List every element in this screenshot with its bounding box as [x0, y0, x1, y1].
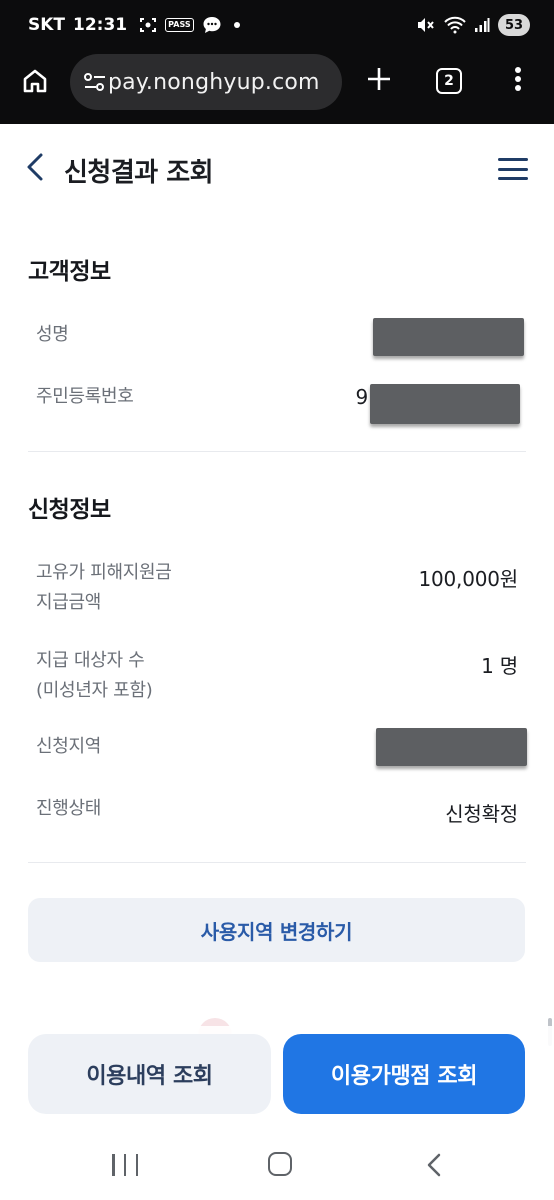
change-region-button[interactable]: 사용지역 변경하기: [28, 898, 525, 962]
wifi-icon: [444, 16, 466, 34]
recent-apps-icon[interactable]: [112, 1154, 138, 1176]
customer-info-title: 고객정보: [28, 259, 111, 285]
signal-icon: [474, 17, 490, 33]
tab-switcher-button[interactable]: 2: [436, 68, 462, 94]
back-button[interactable]: [26, 152, 52, 186]
recipient-count-label-line2: (미성년자 포함): [36, 680, 153, 701]
hamburger-icon[interactable]: [498, 156, 528, 182]
carrier-label: SKT: [28, 15, 66, 35]
browser-chrome: SKT 12:31 PASS 53 pay.nonghyup.com 2: [0, 0, 554, 124]
notification-dot-icon: [233, 22, 240, 28]
page-header: 신청결과 조회: [0, 124, 554, 214]
support-amount-label-line1: 고유가 피해지원금: [36, 562, 172, 583]
resident-number-redaction: [370, 384, 520, 424]
usage-history-button[interactable]: 이용내역 조회: [28, 1034, 271, 1114]
home-nav-icon[interactable]: [268, 1152, 292, 1176]
support-amount-label-line2: 지급금액: [36, 592, 102, 613]
address-bar[interactable]: pay.nonghyup.com: [70, 54, 342, 110]
region-redaction: [376, 728, 527, 766]
application-info-title: 신청정보: [28, 497, 111, 523]
support-amount-label: 고유가 피해지원금 지급금액: [36, 558, 172, 618]
recipient-count-label: 지급 대상자 수 (미성년자 포함): [36, 646, 153, 706]
resident-number-value: 9: [355, 385, 368, 409]
plus-icon: [366, 66, 392, 96]
name-label: 성명: [36, 324, 69, 345]
section-divider: [28, 451, 526, 452]
name-redaction: [373, 318, 524, 356]
recipient-count-value: 1 명: [481, 654, 518, 678]
browser-menu-button[interactable]: [508, 64, 528, 98]
home-icon: [21, 67, 49, 99]
new-tab-button[interactable]: [362, 64, 396, 98]
back-nav-icon[interactable]: [424, 1152, 446, 1178]
status-label: 진행상태: [36, 798, 102, 819]
support-amount-value: 100,000원: [418, 567, 518, 591]
section-divider: [28, 862, 526, 863]
site-info-icon[interactable]: [80, 71, 110, 93]
recipient-count-label-line1: 지급 대상자 수: [36, 650, 145, 671]
url-text: pay.nonghyup.com: [108, 69, 320, 95]
chat-icon: [202, 16, 222, 34]
bottom-action-bar: 이용내역 조회 이용가맹점 조회: [0, 1026, 554, 1126]
status-bar: SKT 12:31 PASS 53: [0, 0, 554, 50]
page-title: 신청결과 조회: [64, 158, 214, 188]
region-label: 신청지역: [36, 736, 102, 757]
more-vert-icon: [514, 66, 522, 96]
status-value: 신청확정: [445, 802, 518, 826]
home-button[interactable]: [18, 66, 52, 100]
pass-app-icon: PASS: [165, 18, 194, 32]
system-nav-bar: [0, 1130, 554, 1200]
browser-toolbar: pay.nonghyup.com 2: [0, 52, 554, 112]
chevron-left-icon: [26, 152, 44, 186]
screenshot-icon: [139, 16, 157, 34]
mute-icon: [416, 16, 436, 34]
resident-number-label: 주민등록번호: [36, 386, 134, 407]
status-time: 12:31: [73, 15, 128, 35]
battery-indicator: 53: [498, 14, 530, 36]
merchant-search-button[interactable]: 이용가맹점 조회: [283, 1034, 525, 1114]
